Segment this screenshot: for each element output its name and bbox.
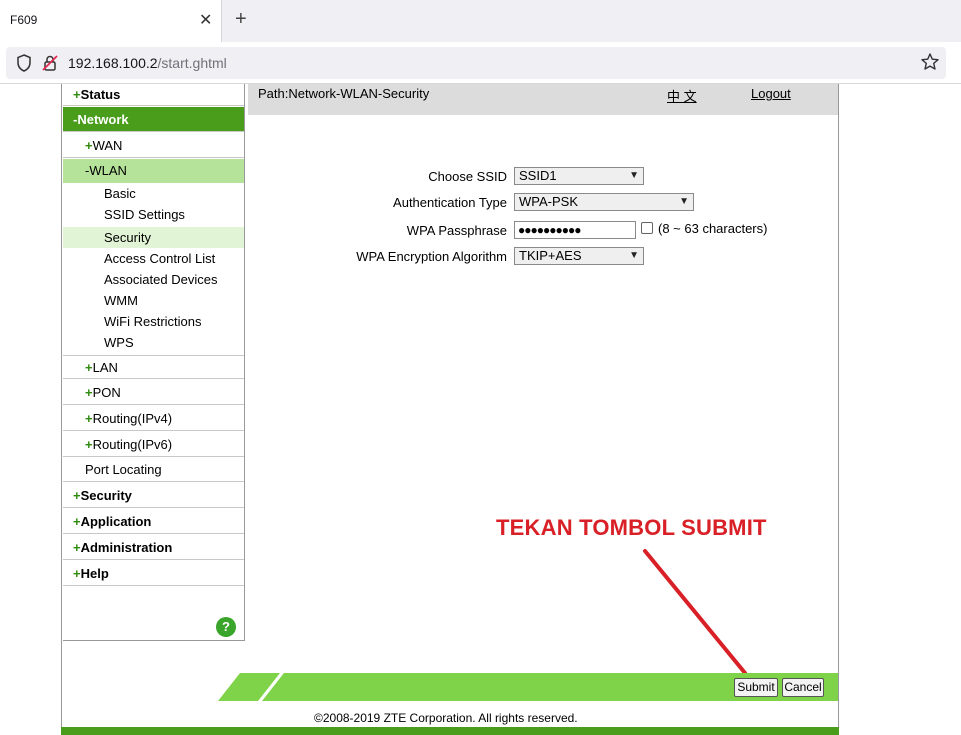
sidebar-item-label: Network <box>77 112 129 127</box>
wpa-passphrase-input[interactable]: ●●●●●●●●●● <box>514 221 636 239</box>
sidebar-item-security-wlan[interactable]: Security <box>63 227 244 248</box>
new-tab-button[interactable]: + <box>235 8 247 31</box>
sidebar-item-label: Security <box>80 488 132 503</box>
address-bar[interactable]: 192.168.100.2/start.ghtml <box>6 47 946 79</box>
wpa-encryption-select[interactable]: TKIP+AES ▼ <box>514 247 644 265</box>
sidebar-item-basic[interactable]: Basic <box>63 184 244 203</box>
sidebar-item-label: WAN <box>92 138 123 153</box>
expand-plus-icon: + <box>73 514 81 529</box>
expand-plus-icon: + <box>73 488 81 503</box>
copyright-text: ©2008-2019 ZTE Corporation. All rights r… <box>314 711 578 725</box>
sidebar-item-label: Routing(IPv4) <box>92 411 173 426</box>
tab-title: F609 <box>10 13 38 27</box>
sidebar-item-label: Routing(IPv6) <box>92 437 173 452</box>
cancel-button[interactable]: Cancel <box>782 678 824 697</box>
authentication-type-value: WPA-PSK <box>519 194 578 209</box>
expand-plus-icon: + <box>85 411 93 426</box>
url-text[interactable]: 192.168.100.2/start.ghtml <box>68 55 227 71</box>
navigation-bar: 192.168.100.2/start.ghtml <box>0 42 961 84</box>
authentication-type-select[interactable]: WPA-PSK ▼ <box>514 193 694 211</box>
sidebar-item-label: Status <box>80 87 121 102</box>
path-bar: Path:Network-WLAN-Security 中 文 Logout <box>248 84 838 115</box>
expand-plus-icon: + <box>85 385 93 400</box>
url-host: 192.168.100.2 <box>68 55 158 71</box>
sidebar-item-security[interactable]: +Security <box>63 483 244 508</box>
expand-plus-icon: + <box>85 138 93 153</box>
chevron-down-icon: ▼ <box>679 196 689 207</box>
passphrase-length-hint: (8 ~ 63 characters) <box>658 221 768 236</box>
sidebar-item-help[interactable]: +Help <box>63 561 244 586</box>
logout-link[interactable]: Logout <box>751 86 791 101</box>
submit-button[interactable]: Submit <box>734 678 778 697</box>
choose-ssid-label: Choose SSID <box>428 169 507 184</box>
sidebar-item-routing-ipv4[interactable]: +Routing(IPv4) <box>63 406 244 431</box>
sidebar-item-application[interactable]: +Application <box>63 509 244 534</box>
insecure-lock-icon[interactable] <box>40 53 60 73</box>
sidebar-item-administration[interactable]: +Administration <box>63 535 244 560</box>
language-link[interactable]: 中 文 <box>667 86 697 105</box>
sidebar-item-lan[interactable]: +LAN <box>63 355 244 379</box>
close-tab-icon[interactable]: ✕ <box>199 10 212 30</box>
sidebar-item-wps[interactable]: WPS <box>63 333 244 352</box>
sidebar-item-network[interactable]: -Network <box>63 107 244 132</box>
sidebar-item-wmm[interactable]: WMM <box>63 291 244 310</box>
sidebar-item-wan[interactable]: +WAN <box>63 133 244 158</box>
chevron-down-icon: ▼ <box>629 250 639 261</box>
authentication-type-label: Authentication Type <box>393 195 507 210</box>
url-path: /start.ghtml <box>157 55 227 71</box>
bottom-green-strip <box>61 727 839 735</box>
wpa-encryption-value: TKIP+AES <box>519 248 582 263</box>
expand-plus-icon: + <box>85 437 93 452</box>
sidebar-item-label: Application <box>80 514 152 529</box>
chevron-down-icon: ▼ <box>629 170 639 181</box>
help-question-icon[interactable]: ? <box>216 617 236 637</box>
choose-ssid-value: SSID1 <box>519 168 557 183</box>
expand-plus-icon: + <box>73 540 81 555</box>
sidebar-item-port-locating[interactable]: Port Locating <box>63 458 244 482</box>
sidebar-item-label: Port Locating <box>85 462 162 477</box>
expand-plus-icon: + <box>73 566 81 581</box>
show-passphrase-checkbox[interactable] <box>641 222 653 234</box>
expand-plus-icon: + <box>85 360 93 375</box>
wpa-passphrase-label: WPA Passphrase <box>406 223 507 238</box>
sidebar-item-wlan[interactable]: -WLAN <box>63 159 244 183</box>
sidebar-item-label: Help <box>80 566 109 581</box>
sidebar-item-label: WLAN <box>89 163 127 178</box>
wpa-encryption-label: WPA Encryption Algorithm <box>356 249 507 264</box>
tab-bar: F609 ✕ + <box>0 0 961 42</box>
breadcrumb: Path:Network-WLAN-Security <box>258 86 430 101</box>
sidebar-item-pon[interactable]: +PON <box>63 380 244 405</box>
sidebar-item-associated-devices[interactable]: Associated Devices <box>63 270 244 289</box>
sidebar-item-label: LAN <box>92 360 118 375</box>
sidebar-item-ssid-settings[interactable]: SSID Settings <box>63 205 244 224</box>
sidebar-item-access-control-list[interactable]: Access Control List <box>63 249 244 268</box>
sidebar-item-label: Administration <box>80 540 173 555</box>
sidebar-item-routing-ipv6[interactable]: +Routing(IPv6) <box>63 432 244 457</box>
bookmark-star-icon[interactable] <box>920 52 940 72</box>
annotation-text: TEKAN TOMBOL SUBMIT <box>496 515 767 540</box>
sidebar-item-label: PON <box>92 385 121 400</box>
sidebar-menu: +Status -Network +WAN -WLAN Basic SSID S… <box>63 84 245 641</box>
browser-tab[interactable]: F609 ✕ <box>0 0 222 42</box>
expand-plus-icon: + <box>73 87 81 102</box>
shield-icon[interactable] <box>14 53 34 73</box>
choose-ssid-select[interactable]: SSID1 ▼ <box>514 167 644 185</box>
sidebar-item-wifi-restrictions[interactable]: WiFi Restrictions <box>63 312 244 331</box>
sidebar-item-status[interactable]: +Status <box>63 84 244 106</box>
